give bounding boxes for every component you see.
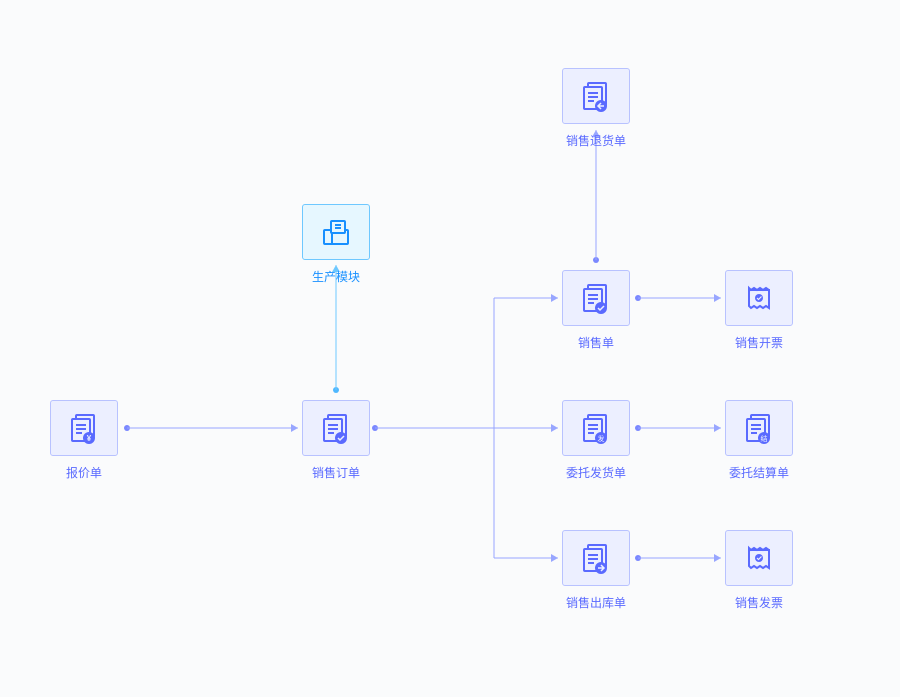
node-sales-invoice[interactable]	[725, 530, 793, 586]
node-quote[interactable]: ¥	[50, 400, 118, 456]
label-production-module: 生产模块	[276, 268, 396, 285]
doc-return-icon	[580, 80, 612, 112]
label-sales-out: 销售出库单	[536, 594, 656, 611]
receipt-check-icon	[743, 542, 775, 574]
label-sales-bill: 销售单	[536, 334, 656, 351]
doc-jie-icon: 结	[743, 412, 775, 444]
node-sales-order[interactable]	[302, 400, 370, 456]
node-sales-bill[interactable]	[562, 270, 630, 326]
label-consign-ship: 委托发货单	[536, 464, 656, 481]
node-consign-settle[interactable]: 结	[725, 400, 793, 456]
label-sales-order: 销售订单	[276, 464, 396, 481]
node-sales-out[interactable]	[562, 530, 630, 586]
label-sales-return: 销售退货单	[536, 132, 656, 149]
node-sales-return[interactable]	[562, 68, 630, 124]
node-production-module[interactable]	[302, 204, 370, 260]
node-sales-invoice-open[interactable]	[725, 270, 793, 326]
label-sales-invoice: 销售发票	[699, 594, 819, 611]
label-sales-invoice-open: 销售开票	[699, 334, 819, 351]
doc-out-icon	[580, 542, 612, 574]
svg-text:¥: ¥	[87, 434, 92, 443]
node-consign-ship[interactable]: 发	[562, 400, 630, 456]
svg-text:结: 结	[761, 434, 768, 443]
label-quote: 报价单	[24, 464, 144, 481]
doc-check-icon	[320, 412, 352, 444]
doc-yen-icon: ¥	[68, 412, 100, 444]
doc-fa-icon: 发	[580, 412, 612, 444]
doc-check-icon	[580, 282, 612, 314]
receipt-check-icon	[743, 282, 775, 314]
module-box-icon	[320, 216, 352, 248]
svg-text:发: 发	[598, 434, 605, 443]
label-consign-settle: 委托结算单	[699, 464, 819, 481]
